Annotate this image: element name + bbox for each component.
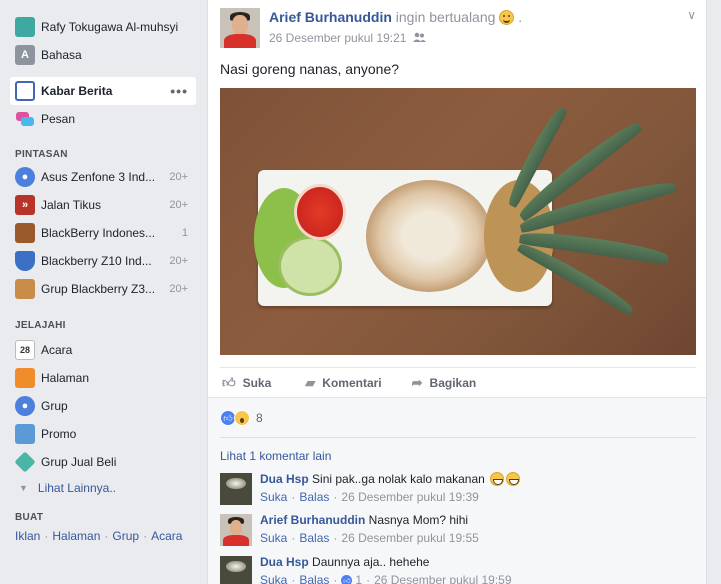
- profile-avatar-icon: [15, 17, 35, 37]
- comment-icon: ▰: [305, 374, 316, 390]
- post-timestamp[interactable]: 26 Desember pukul 19:21: [269, 31, 406, 45]
- comment-like-link[interactable]: Suka: [260, 490, 287, 504]
- left-sidebar: Rafy Tokugawa Al-muhsyi A Bahasa Kabar B…: [0, 0, 207, 584]
- more-options-icon[interactable]: •••: [170, 83, 188, 99]
- post-photo[interactable]: [220, 88, 696, 355]
- post-meta: 26 Desember pukul 19:21: [269, 31, 427, 45]
- shortcut-item[interactable]: » Jalan Tikus 20+: [10, 191, 196, 219]
- share-arrow-icon: ➦: [411, 374, 423, 390]
- like-button[interactable]: 👍︎ Suka: [222, 375, 271, 391]
- sidebar-item-news-feed[interactable]: Kabar Berita •••: [10, 77, 196, 105]
- create-links: Iklan · Halaman · Grup · Acara: [15, 529, 183, 543]
- shortcut-item[interactable]: Blackberry Z10 Ind... 20+: [10, 247, 196, 275]
- comment-reply-link[interactable]: Balas: [299, 531, 329, 545]
- briefcase-icon: [15, 223, 35, 243]
- comment-timestamp[interactable]: 26 Desember pukul 19:39: [341, 490, 478, 504]
- wow-reaction-icon: [234, 410, 250, 426]
- comment-text: Daunnya aja.. hehehe: [312, 555, 430, 569]
- reaction-count: 8: [256, 411, 263, 425]
- author-avatar[interactable]: [220, 8, 260, 48]
- sidebar-item-groups[interactable]: ● Grup: [10, 392, 196, 420]
- comment-like-count[interactable]: 👍︎ 1: [341, 573, 362, 584]
- sidebar-item-messages[interactable]: Pesan: [10, 105, 196, 133]
- sidebar-item-promo[interactable]: Promo: [10, 420, 196, 448]
- grin-emoji-icon: [506, 472, 521, 486]
- fist-icon: [15, 279, 35, 299]
- calendar-icon: 28: [15, 340, 35, 360]
- messages-icon: [15, 109, 35, 129]
- commenter-name-link[interactable]: Dua Hsp: [260, 555, 309, 569]
- audience-friends-icon[interactable]: [412, 31, 427, 45]
- post-options-chevron-icon[interactable]: ∨: [687, 8, 696, 22]
- reaction-summary[interactable]: 👍︎ 8: [220, 410, 263, 426]
- create-heading: BUAT: [15, 512, 44, 523]
- commenter-avatar[interactable]: [220, 514, 252, 546]
- create-page-link[interactable]: Halaman: [52, 529, 100, 543]
- news-feed-icon: [15, 81, 35, 101]
- see-more-link[interactable]: ▼ Lihat Lainnya..: [15, 481, 116, 495]
- comment-text: Sini pak..ga nolak kalo makanan: [312, 472, 485, 486]
- commenter-avatar[interactable]: [220, 473, 252, 505]
- flag-icon: [15, 368, 35, 388]
- language-icon: A: [15, 45, 35, 65]
- page-scrollbar[interactable]: [708, 0, 721, 584]
- comment-reply-link[interactable]: Balas: [299, 490, 329, 504]
- comment-timestamp[interactable]: 26 Desember pukul 19:59: [374, 573, 511, 584]
- tag-icon: [14, 451, 36, 473]
- grin-emoji-icon: [490, 472, 505, 486]
- author-name-link[interactable]: Arief Burhanuddin: [269, 9, 392, 25]
- commenter-name-link[interactable]: Dua Hsp: [260, 472, 309, 486]
- post-text: Nasi goreng nanas, anyone?: [220, 61, 400, 77]
- jalan-tikus-icon: »: [15, 195, 35, 215]
- thumbs-up-icon: 👍︎: [222, 374, 236, 390]
- post-card: Arief Burhanuddin ingin bertualang . 26 …: [207, 0, 707, 584]
- like-badge-icon: 👍︎: [341, 574, 353, 584]
- comment-reply-link[interactable]: Balas: [299, 573, 329, 584]
- sidebar-profile[interactable]: Rafy Tokugawa Al-muhsyi: [10, 13, 196, 41]
- comment-like-link[interactable]: Suka: [260, 573, 287, 584]
- create-ad-link[interactable]: Iklan: [15, 529, 40, 543]
- promo-icon: [15, 424, 35, 444]
- sidebar-item-buy-sell[interactable]: Grup Jual Beli: [10, 448, 196, 476]
- activity-text: ingin bertualang: [395, 9, 496, 25]
- shortcuts-heading: PINTASAN: [15, 149, 68, 160]
- comment-text: Nasnya Mom? hihi: [368, 513, 469, 527]
- groups-icon: ●: [15, 396, 35, 416]
- comment-timestamp[interactable]: 26 Desember pukul 19:55: [341, 531, 478, 545]
- shortcut-item[interactable]: Grup Blackberry Z3... 20+: [10, 275, 196, 303]
- shortcut-item[interactable]: BlackBerry Indones... 1: [10, 219, 196, 247]
- shortcut-item[interactable]: ● Asus Zenfone 3 Ind... 20+: [10, 163, 196, 191]
- smile-emoji-icon: [499, 10, 515, 25]
- create-group-link[interactable]: Grup: [112, 529, 139, 543]
- comment-like-link[interactable]: Suka: [260, 531, 287, 545]
- share-button[interactable]: ➦ Bagikan: [412, 375, 477, 391]
- group-icon: ●: [15, 167, 35, 187]
- create-event-link[interactable]: Acara: [151, 529, 182, 543]
- post-actions: 👍︎ Suka ▰ Komentari ➦ Bagikan: [220, 367, 696, 397]
- commenter-name-link[interactable]: Arief Burhanuddin: [260, 513, 365, 527]
- chevron-down-icon: ▼: [19, 483, 28, 493]
- comments-section: 👍︎ 8 Lihat 1 komentar lain Dua Hsp Sini …: [208, 397, 706, 584]
- comment-button[interactable]: ▰ Komentari: [305, 375, 381, 391]
- sidebar-language[interactable]: A Bahasa: [10, 41, 196, 69]
- commenter-avatar[interactable]: [220, 556, 252, 584]
- sidebar-item-events[interactable]: 28 Acara: [10, 336, 196, 364]
- post-header: Arief Burhanuddin ingin bertualang .: [269, 9, 523, 25]
- sidebar-item-pages[interactable]: Halaman: [10, 364, 196, 392]
- explore-heading: JELAJAHI: [15, 320, 66, 331]
- view-more-comments-link[interactable]: Lihat 1 komentar lain: [220, 449, 331, 463]
- shield-icon: [15, 251, 35, 271]
